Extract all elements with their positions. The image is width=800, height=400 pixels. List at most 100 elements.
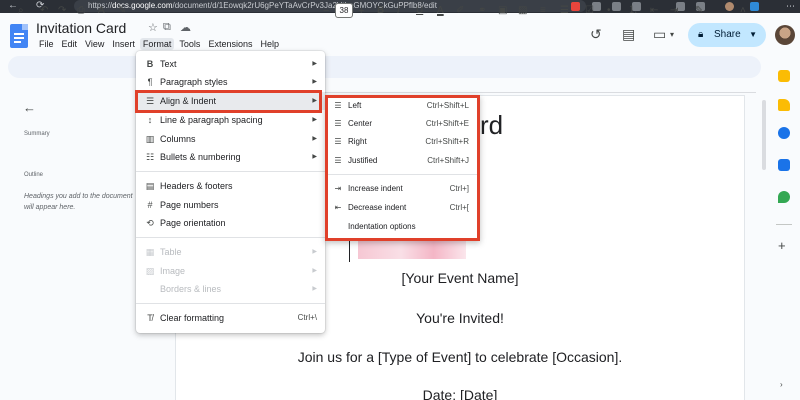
menu-item-text[interactable]: B Text ▶ — [136, 55, 325, 73]
menu-item-shortcut: Ctrl+\ — [297, 313, 317, 322]
search-menus-icon[interactable]: ⌕ — [18, 3, 24, 19]
avatar[interactable] — [775, 25, 795, 45]
italic-icon[interactable]: I — [397, 3, 400, 19]
document-title[interactable]: Invitation Card — [36, 20, 126, 36]
bold-icon: B — [146, 59, 154, 69]
menu-item-clear-formatting[interactable]: T̸ Clear formatting Ctrl+\ — [136, 309, 325, 327]
side-panel-divider — [776, 224, 792, 225]
summary-heading: Summary — [24, 131, 50, 137]
increase-font-icon[interactable]: + — [358, 3, 364, 19]
extension-icon[interactable] — [571, 2, 580, 11]
editing-mode-icon[interactable]: ✎ — [695, 3, 703, 19]
bold-icon[interactable]: B — [377, 3, 384, 19]
highlight-icon[interactable]: ✐ — [456, 3, 464, 19]
tasks-icon[interactable] — [778, 127, 790, 139]
menu-file[interactable]: File — [36, 38, 57, 50]
hide-panel-icon[interactable]: › — [780, 380, 783, 389]
menu-edit[interactable]: Edit — [59, 38, 81, 50]
print-icon[interactable]: ⎙ — [77, 3, 85, 19]
back-arrow-icon[interactable]: ← — [23, 100, 36, 115]
menu-item-label: Page numbers — [160, 200, 219, 210]
menu-item-label: Columns — [160, 134, 196, 144]
submenu-arrow-icon: ▶ — [312, 249, 317, 255]
menu-item-label: Table — [160, 247, 182, 257]
add-comment-icon[interactable]: ▣ — [498, 3, 507, 19]
menu-insert[interactable]: Insert — [109, 38, 138, 50]
toolbar — [8, 56, 761, 78]
meet-video-icon[interactable]: ▭ — [653, 26, 666, 43]
extension-icon[interactable] — [612, 2, 621, 11]
share-button[interactable]: 🔒︎ Share ▼ — [688, 23, 766, 47]
move-folder-icon[interactable]: ⧉ — [163, 21, 171, 34]
undo-icon[interactable]: ↶ — [40, 3, 48, 19]
menu-item-bullets[interactable]: ☷ Bullets & numbering ▶ — [136, 148, 325, 166]
clear-format-icon: T̸ — [147, 313, 153, 323]
keep-icon[interactable] — [778, 99, 790, 111]
line-spacing-toolbar-icon[interactable]: ☰ — [560, 3, 569, 19]
menu-item-label: Clear formatting — [160, 313, 225, 323]
bulleted-list-icon[interactable]: • — [607, 3, 611, 19]
columns-icon: ▥ — [145, 134, 155, 144]
meet-chevron-icon[interactable]: ▾ — [670, 30, 674, 39]
decrease-indent-toolbar-icon[interactable]: ⇤ — [650, 3, 658, 19]
highlight-outline — [325, 95, 480, 241]
menu-item-headers-footers[interactable]: ▤ Headers & footers — [136, 177, 325, 195]
menu-item-label: Page orientation — [160, 218, 226, 228]
spellcheck-icon[interactable]: A — [98, 3, 105, 19]
submenu-arrow-icon: ▶ — [312, 154, 317, 160]
increase-indent-toolbar-icon[interactable]: ⇥ — [670, 3, 678, 19]
docs-logo-icon[interactable] — [10, 24, 28, 48]
contacts-icon[interactable] — [778, 159, 790, 171]
menu-help[interactable]: Help — [257, 38, 282, 50]
back-nav-icon[interactable]: ← — [8, 0, 18, 12]
version-history-icon[interactable]: ↺ — [590, 26, 602, 43]
menu-tools[interactable]: Tools — [176, 38, 203, 50]
menu-view[interactable]: View — [82, 38, 107, 50]
menu-item-label: Image — [160, 266, 186, 276]
window-controls-icon[interactable]: ⋯ — [786, 0, 795, 12]
menu-format[interactable]: Format — [139, 38, 175, 50]
edge-copilot-icon[interactable] — [750, 2, 759, 11]
lock-icon: 🔒︎ — [698, 29, 704, 40]
menu-item-paragraph-styles[interactable]: ¶ Paragraph styles ▶ — [136, 73, 325, 91]
paint-format-icon[interactable]: ✎ — [118, 3, 126, 19]
decrease-font-icon[interactable]: − — [323, 3, 329, 19]
menu-item-page-orientation[interactable]: ⟲ Page orientation — [136, 214, 325, 232]
image-icon: ▨ — [145, 266, 155, 276]
profile-icon[interactable] — [725, 2, 734, 11]
underline-icon[interactable]: U — [416, 3, 423, 19]
chevron-down-icon: ▼ — [749, 30, 757, 39]
paragraph-icon: ¶ — [147, 77, 153, 87]
submenu-arrow-icon: ▶ — [312, 61, 317, 67]
collapse-toolbar-icon[interactable]: ˄ — [740, 3, 746, 19]
date-line[interactable]: Date: [Date] — [176, 387, 744, 400]
numbered-list-icon[interactable]: ⒈ — [628, 3, 638, 19]
menu-item-columns[interactable]: ▥ Columns ▶ — [136, 130, 325, 148]
menu-item-page-numbers[interactable]: # Page numbers — [136, 196, 325, 214]
star-icon[interactable]: ☆ — [148, 21, 158, 34]
comments-icon[interactable]: ▤ — [622, 26, 635, 43]
link-icon[interactable]: ⚭ — [478, 3, 486, 19]
address-bar[interactable]: https://docs.google.com/document/d/1Eowq… — [74, 0, 586, 12]
calendar-icon[interactable] — [778, 70, 790, 82]
card-title-partial[interactable]: rd — [480, 110, 503, 141]
join-line[interactable]: Join us for a [Type of Event] to celebra… — [176, 349, 744, 365]
menu-item-label: Text — [160, 59, 177, 69]
submenu-arrow-icon: ▶ — [312, 117, 317, 123]
redo-icon[interactable]: ↷ — [58, 3, 66, 19]
submenu-arrow-icon: ▶ — [312, 268, 317, 274]
checklist-icon[interactable]: ☑ — [585, 3, 594, 19]
menu-item-image: ▨ Image ▶ — [136, 262, 325, 280]
maps-icon[interactable] — [778, 191, 790, 203]
outline-heading: Outline — [24, 172, 44, 178]
scrollbar-thumb[interactable] — [762, 100, 766, 170]
menu-item-line-spacing[interactable]: ↕ Line & paragraph spacing ▶ — [136, 111, 325, 129]
line-spacing-icon: ↕ — [147, 115, 153, 125]
align-toolbar-icon[interactable]: ≡ — [540, 3, 546, 19]
menu-extensions[interactable]: Extensions — [205, 38, 255, 50]
cloud-saved-icon: ☁ — [180, 22, 191, 34]
add-on-plus-icon[interactable]: + — [778, 238, 786, 253]
font-size-input[interactable]: 38 — [335, 3, 353, 18]
text-color-icon[interactable]: A — [437, 3, 444, 19]
insert-image-icon[interactable]: ▨ — [518, 3, 527, 19]
